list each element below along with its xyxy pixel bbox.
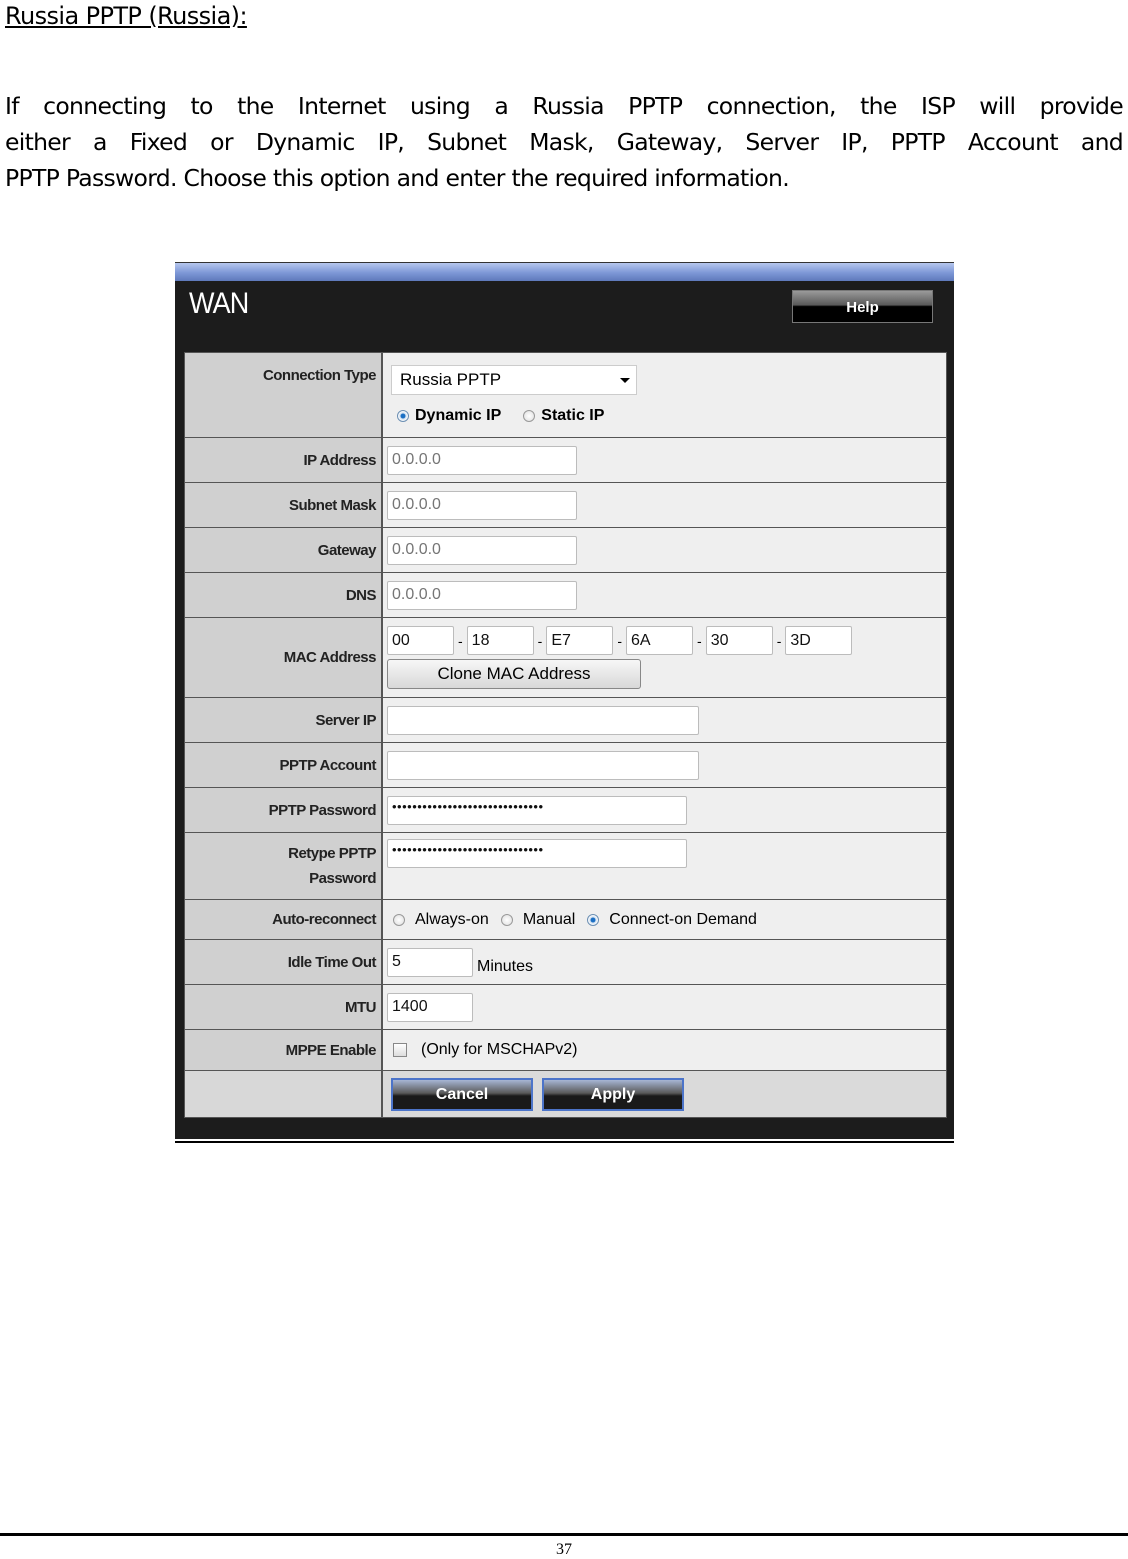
row-ip-address: IP Address xyxy=(185,438,946,483)
footer-divider xyxy=(0,1533,1128,1536)
connection-type-label: Connection Type xyxy=(185,353,383,437)
apply-button[interactable]: Apply xyxy=(542,1077,684,1111)
dns-input[interactable] xyxy=(387,580,577,610)
retype-password-label-line1: Retype PPTP xyxy=(288,845,376,862)
mac-separator: - xyxy=(458,632,463,649)
mac-separator: - xyxy=(537,632,543,649)
pptp-password-input[interactable]: •••••••••••••••••••••••••••••• xyxy=(387,795,687,825)
help-button[interactable]: Help xyxy=(792,290,933,323)
mac-separator: - xyxy=(617,632,623,649)
panel-top-bar xyxy=(175,263,954,281)
row-retype-password: Retype PPTP Password •••••••••••••••••••… xyxy=(185,833,946,900)
mtu-input[interactable] xyxy=(387,992,473,1022)
mac-separator: - xyxy=(697,632,702,649)
mac-octet-6[interactable] xyxy=(785,626,853,655)
wan-settings-table: Connection Type Russia PPTP Dynamic IP S… xyxy=(184,352,947,1118)
manual-radio[interactable] xyxy=(500,913,513,926)
mppe-checkbox[interactable] xyxy=(393,1043,407,1057)
pptp-account-input[interactable] xyxy=(387,750,699,780)
server-ip-label: Server IP xyxy=(185,698,383,742)
server-ip-input[interactable] xyxy=(387,705,699,735)
clone-mac-button[interactable]: Clone MAC Address xyxy=(387,659,641,689)
retype-password-label-line2: Password xyxy=(309,870,376,887)
paragraph-line: PPTP Password. Choose this option and en… xyxy=(5,164,790,192)
connection-type-value: Russia PPTP xyxy=(400,370,502,389)
mac-octet-5[interactable] xyxy=(705,626,773,655)
always-on-label: Always-on xyxy=(415,910,489,928)
row-auto-reconnect: Auto-reconnect Always-on Manual Connect-… xyxy=(185,900,946,940)
page-number: 37 xyxy=(556,1541,572,1558)
row-mtu: MTU xyxy=(185,985,946,1030)
row-server-ip: Server IP xyxy=(185,698,946,743)
row-actions: Cancel Apply xyxy=(185,1071,946,1117)
ip-address-label: IP Address xyxy=(185,438,383,482)
row-pptp-password: PPTP Password ••••••••••••••••••••••••••… xyxy=(185,788,946,833)
gateway-label: Gateway xyxy=(185,528,383,572)
row-pptp-account: PPTP Account xyxy=(185,743,946,788)
paragraph-line: If connecting to the Internet using a Ru… xyxy=(5,92,1124,120)
dynamic-ip-label: Dynamic IP xyxy=(415,407,502,424)
mac-octet-1[interactable] xyxy=(387,626,454,655)
always-on-radio[interactable] xyxy=(393,913,405,926)
static-ip-label: Static IP xyxy=(541,407,605,424)
auto-reconnect-label: Auto-reconnect xyxy=(185,900,383,939)
chevron-down-icon xyxy=(620,377,630,383)
row-mppe: MPPE Enable (Only for MSCHAPv2) xyxy=(185,1030,946,1071)
dns-label: DNS xyxy=(185,573,383,617)
mac-octet-3[interactable] xyxy=(546,626,614,655)
subnet-mask-input[interactable] xyxy=(387,490,577,520)
row-subnet-mask: Subnet Mask xyxy=(185,483,946,528)
row-gateway: Gateway xyxy=(185,528,946,573)
dynamic-ip-radio[interactable] xyxy=(397,410,409,422)
panel-bottom-divider xyxy=(175,1141,954,1143)
cancel-button[interactable]: Cancel xyxy=(391,1077,533,1111)
static-ip-radio[interactable] xyxy=(523,410,536,422)
mppe-label: MPPE Enable xyxy=(185,1030,383,1070)
ip-address-input[interactable] xyxy=(387,445,577,475)
paragraph-line: either a Fixed or Dynamic IP, Subnet Mas… xyxy=(5,128,1124,156)
page-title: WAN xyxy=(189,287,249,320)
gateway-input[interactable] xyxy=(387,535,577,565)
idle-timeout-input[interactable] xyxy=(387,947,473,977)
row-dns: DNS xyxy=(185,573,946,618)
pptp-account-label: PPTP Account xyxy=(185,743,383,787)
section-heading: Russia PPTP (Russia): xyxy=(5,2,248,30)
mac-address-label: MAC Address xyxy=(185,618,383,697)
mtu-label: MTU xyxy=(185,985,383,1029)
row-idle-timeout: Idle Time Out Minutes xyxy=(185,940,946,985)
connect-on-demand-label: Connect-on Demand xyxy=(609,910,757,928)
connect-on-demand-radio[interactable] xyxy=(587,913,600,926)
pptp-password-label: PPTP Password xyxy=(185,788,383,832)
connection-type-select[interactable]: Russia PPTP xyxy=(391,365,637,395)
idle-timeout-unit: Minutes xyxy=(477,958,534,975)
wan-screenshot-panel: WAN Help Connection Type Russia PPTP Dyn… xyxy=(175,262,954,1139)
retype-password-input[interactable]: •••••••••••••••••••••••••••••• xyxy=(387,839,687,868)
subnet-mask-label: Subnet Mask xyxy=(185,483,383,527)
intro-paragraph: If connecting to the Internet using a Ru… xyxy=(5,88,1124,196)
idle-timeout-label: Idle Time Out xyxy=(185,940,383,984)
manual-label: Manual xyxy=(522,910,576,928)
mac-octet-4[interactable] xyxy=(626,626,694,655)
mac-separator: - xyxy=(776,632,782,649)
row-mac-address: MAC Address - - - - - Clone MAC Address xyxy=(185,618,946,698)
mac-octet-2[interactable] xyxy=(466,626,534,655)
row-connection-type: Connection Type Russia PPTP Dynamic IP S… xyxy=(185,353,946,438)
mppe-note: (Only for MSCHAPv2) xyxy=(421,1041,578,1058)
